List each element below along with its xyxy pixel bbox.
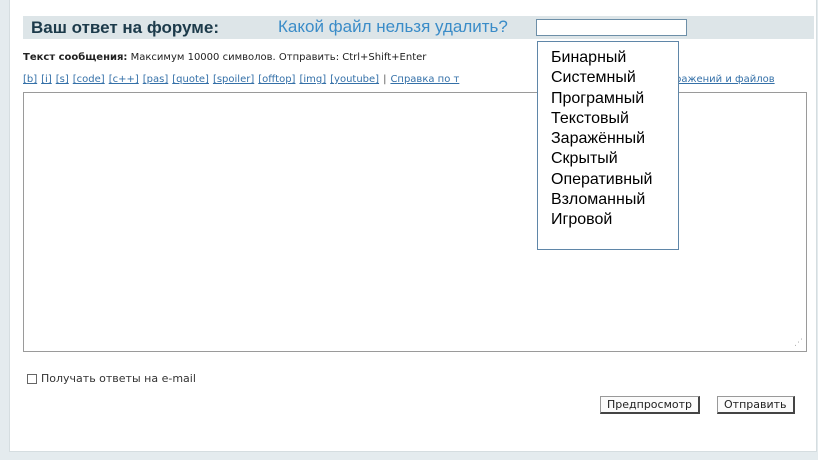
send-button[interactable]: Отправить xyxy=(717,396,795,414)
dropdown-option[interactable]: Системный xyxy=(551,68,678,88)
answer-autocomplete-dropdown: Бинарный Системный Програмный Текстовый … xyxy=(537,41,679,250)
dropdown-option[interactable]: Текстовый xyxy=(551,109,678,129)
dropdown-option[interactable]: Бинарный xyxy=(551,48,678,68)
email-notify-option[interactable]: Получать ответы на e-mail xyxy=(27,372,196,385)
dropdown-option[interactable]: Заражённый xyxy=(551,129,678,149)
message-textarea[interactable]: ⋰ xyxy=(23,92,807,352)
tag-quote[interactable]: [quote] xyxy=(172,74,209,85)
tag-spoiler[interactable]: [spoiler] xyxy=(213,74,254,85)
tag-youtube[interactable]: [youtube] xyxy=(330,74,379,85)
message-label: Текст сообщения: xyxy=(23,52,128,63)
captcha-answer-input[interactable] xyxy=(536,19,687,36)
tag-bold[interactable]: [b] xyxy=(23,74,37,85)
tag-code[interactable]: [code] xyxy=(73,74,105,85)
upload-images-link[interactable]: ражений и файлов xyxy=(675,74,775,85)
tag-img[interactable]: [img] xyxy=(299,74,326,85)
tag-cpp[interactable]: [c++] xyxy=(109,74,139,85)
dropdown-option[interactable]: Взломанный xyxy=(551,190,678,210)
dropdown-option[interactable]: Игровой xyxy=(551,210,678,230)
captcha-question: Какой файл нельзя удалить? xyxy=(278,17,508,36)
resize-grip-icon[interactable]: ⋰ xyxy=(794,339,803,348)
dropdown-option[interactable]: Оперативный xyxy=(551,170,678,190)
tag-strike[interactable]: [s] xyxy=(56,74,69,85)
help-link[interactable]: Справка по т xyxy=(390,74,459,85)
form-header: Ваш ответ на форуме: Какой файл нельзя у… xyxy=(23,16,814,39)
dropdown-option[interactable]: Скрытый xyxy=(551,149,678,169)
message-hint-line: Текст сообщения: Максимум 10000 символов… xyxy=(23,52,426,63)
email-notify-label: Получать ответы на e-mail xyxy=(41,372,196,385)
email-notify-checkbox[interactable] xyxy=(27,373,37,384)
tag-offtop[interactable]: [offtop] xyxy=(258,74,295,85)
tag-pas[interactable]: [pas] xyxy=(143,74,169,85)
tag-italic[interactable]: [i] xyxy=(41,74,52,85)
message-hint: Максимум 10000 символов. Отправить: Ctrl… xyxy=(127,52,427,63)
reply-form-panel: Ваш ответ на форуме: Какой файл нельзя у… xyxy=(9,0,817,452)
form-title: Ваш ответ на форуме: xyxy=(31,18,219,37)
preview-button[interactable]: Предпросмотр xyxy=(600,396,700,414)
formatting-toolbar: [b] [i] [s] [code] [c++] [pas] [quote] [spoiler… xyxy=(23,74,775,85)
dropdown-option[interactable]: Програмный xyxy=(551,89,678,109)
toolbar-separator: | xyxy=(383,74,387,85)
